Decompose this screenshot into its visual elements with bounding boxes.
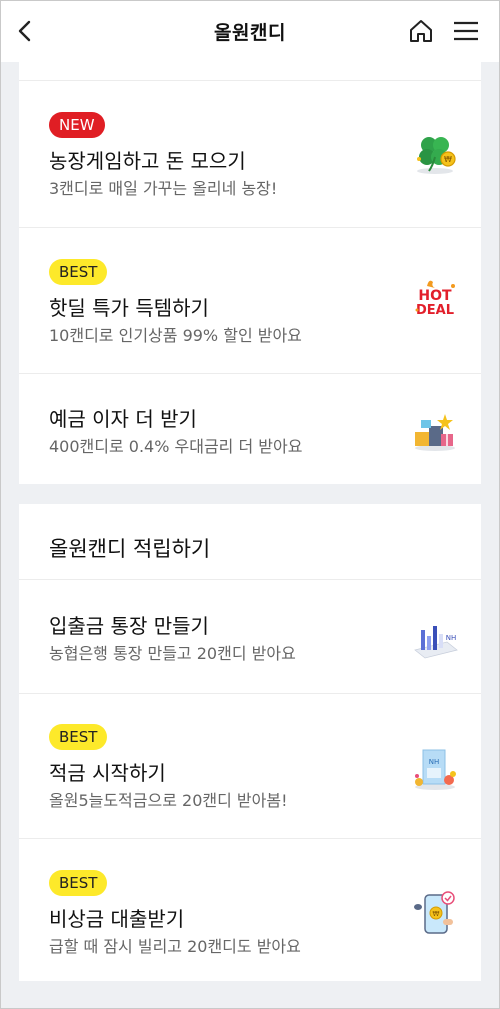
list-item-savings[interactable]: BEST 적금 시작하기 올원5늘도적금으로 20캔디 받아봄! NH [19, 693, 481, 838]
best-badge: BEST [49, 724, 108, 750]
list-item-hot-deal[interactable]: BEST 핫딜 특가 득템하기 10캔디로 인기상품 99% 할인 받아요 HO… [19, 227, 481, 373]
bar-chart-card-icon: NH [414, 626, 458, 659]
hamburger-menu-icon [454, 21, 478, 41]
item-title: 입출금 통장 만들기 [49, 614, 209, 638]
item-subtitle: 400캔디로 0.4% 우대금리 더 받아요 [49, 437, 303, 456]
svg-text:₩: ₩ [433, 910, 440, 918]
best-badge: BEST [49, 870, 108, 896]
svg-text:HOT: HOT [418, 288, 452, 304]
best-badge: BEST [49, 259, 108, 285]
item-subtitle: 올원5늘도적금으로 20캔디 받아봄! [49, 791, 288, 810]
list-item-farm-game[interactable]: NEW 농장게임하고 돈 모으기 3캔디로 매일 가꾸는 올리네 농장! ₩ [19, 80, 481, 227]
new-badge: NEW [49, 112, 105, 138]
item-subtitle: 농협은행 통장 만들고 20캔디 받아요 [49, 644, 296, 663]
list-item-emergency-loan[interactable]: BEST 비상금 대출받기 급할 때 잠시 빌리고 20캔디도 받아요 ₩ [19, 838, 481, 981]
phone-coin-icon: ₩ [414, 891, 455, 934]
rewards-use-card: NEW 농장게임하고 돈 모으기 3캔디로 매일 가꾸는 올리네 농장! ₩ B… [19, 62, 481, 484]
item-title: 비상금 대출받기 [49, 907, 185, 931]
section-title: 올원캔디 적립하기 [49, 537, 211, 561]
page-title: 올원캔디 [214, 21, 286, 44]
rewards-accumulate-card: 올원캔디 적립하기 입출금 통장 만들기 농협은행 통장 만들고 20캔디 받아… [19, 504, 481, 981]
home-button[interactable] [404, 14, 438, 48]
item-subtitle: 급할 때 잠시 빌리고 20캔디도 받아요 [49, 937, 301, 956]
item-title: 농장게임하고 돈 모으기 [49, 149, 246, 173]
menu-button[interactable] [449, 14, 483, 48]
hot-deal-icon: HOT DEAL [415, 280, 455, 318]
nh-building-icon: NH [415, 749, 456, 790]
home-icon [410, 20, 432, 42]
svg-text:NH: NH [429, 758, 440, 766]
svg-text:NH: NH [446, 634, 457, 642]
back-button[interactable] [8, 14, 42, 48]
item-title: 예금 이자 더 받기 [49, 407, 197, 431]
top-nav-bar: 올원캔디 [0, 0, 500, 62]
item-subtitle: 10캔디로 인기상품 99% 할인 받아요 [49, 326, 302, 345]
svg-text:₩: ₩ [444, 155, 452, 164]
list-item-open-account[interactable]: 입출금 통장 만들기 농협은행 통장 만들고 20캔디 받아요 NH [19, 579, 481, 693]
svg-text:DEAL: DEAL [416, 303, 454, 318]
gift-boxes-icon [415, 414, 455, 451]
chevron-left-icon [18, 20, 31, 42]
clover-coin-icon: ₩ [417, 137, 456, 174]
item-title: 핫딜 특가 득템하기 [49, 296, 209, 320]
item-subtitle: 3캔디로 매일 가꾸는 올리네 농장! [49, 179, 278, 198]
list-item-deposit-interest[interactable]: 예금 이자 더 받기 400캔디로 0.4% 우대금리 더 받아요 [19, 373, 481, 484]
item-title: 적금 시작하기 [49, 761, 166, 785]
